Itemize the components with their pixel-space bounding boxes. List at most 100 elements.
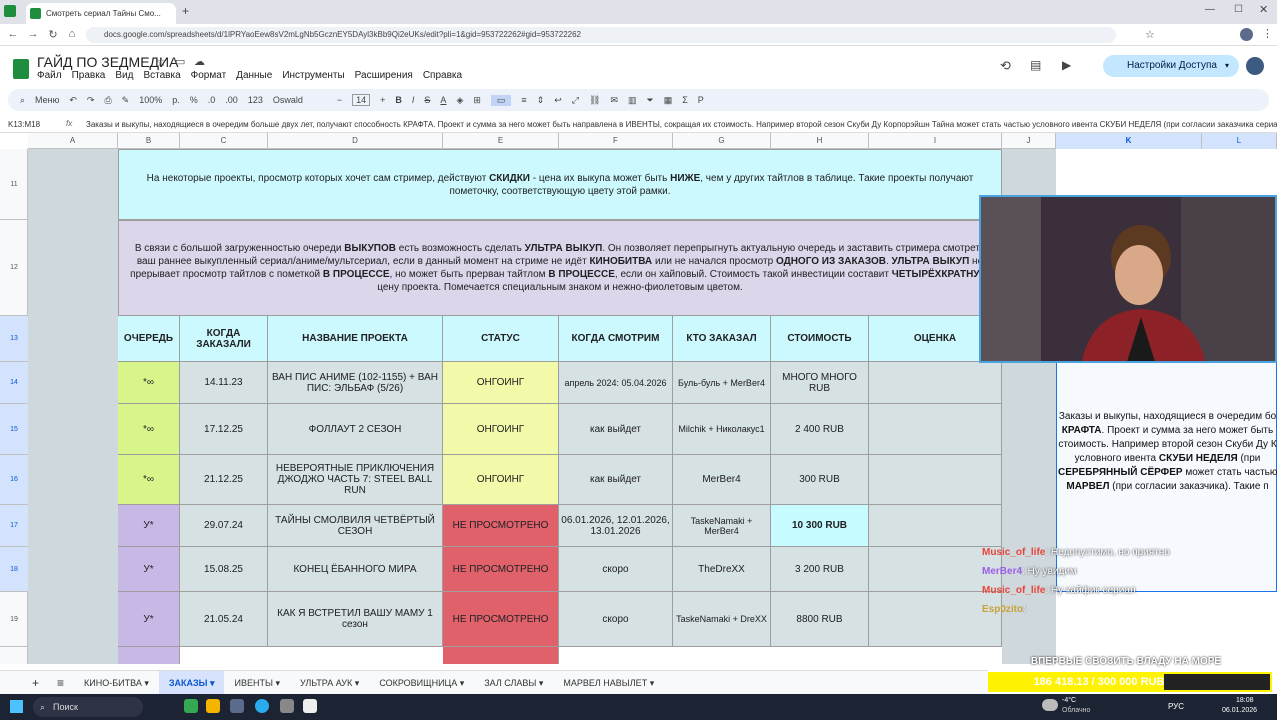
- column-header-d[interactable]: D: [268, 133, 443, 149]
- row-header-17[interactable]: 17: [0, 505, 28, 547]
- header-status[interactable]: СТАТУС: [443, 316, 559, 362]
- wrap-icon[interactable]: ↩: [554, 95, 562, 106]
- header-when[interactable]: КОГДА СМОТРИМ: [559, 316, 673, 362]
- header-queue[interactable]: ОЧЕРЕДЬ: [118, 316, 180, 362]
- cell-queue[interactable]: У*: [118, 547, 180, 592]
- column-header-j[interactable]: J: [1002, 133, 1056, 149]
- sheet-tab-iventy[interactable]: ИВЕНТЫ ▾: [224, 671, 289, 695]
- bookmark-star-icon[interactable]: ☆: [1145, 28, 1155, 41]
- cell-status[interactable]: НЕ ПРОСМОТРЕНО: [443, 592, 559, 647]
- undo-icon[interactable]: ↶: [69, 95, 77, 106]
- cell-cost[interactable]: 3 200 RUB: [771, 547, 869, 592]
- filter-icon[interactable]: ⏷: [646, 95, 653, 106]
- all-sheets-icon[interactable]: ≡: [47, 671, 74, 695]
- column-header-b[interactable]: B: [118, 133, 180, 149]
- cell-date[interactable]: 29.07.24: [180, 505, 268, 547]
- cell-rating[interactable]: [869, 362, 1002, 404]
- sheet-tab-kino-bitva[interactable]: КИНО-БИТВА ▾: [74, 671, 159, 695]
- header-cost[interactable]: СТОИМОСТЬ: [771, 316, 869, 362]
- column-header-e[interactable]: E: [443, 133, 559, 149]
- sheet-tab-zakazy[interactable]: ЗАКАЗЫ ▾: [158, 670, 225, 695]
- back-icon[interactable]: ←: [6, 28, 20, 40]
- cell-who[interactable]: MerBer4: [673, 455, 771, 505]
- discount-info-block[interactable]: На некоторые проекты, просмотр которых х…: [118, 149, 1002, 220]
- cell-rating[interactable]: [869, 404, 1002, 455]
- new-tab-button[interactable]: +: [182, 4, 189, 18]
- row-header-13[interactable]: 13: [0, 316, 28, 362]
- menu-data[interactable]: Данные: [236, 70, 272, 81]
- menu-extensions[interactable]: Расширения: [355, 70, 413, 81]
- row-header-16[interactable]: 16: [0, 455, 28, 505]
- vertical-align-icon[interactable]: ⇕: [537, 95, 545, 106]
- cell-queue[interactable]: У*: [118, 592, 180, 647]
- row-header-14[interactable]: 14: [0, 362, 28, 404]
- redo-icon[interactable]: ↷: [87, 95, 95, 106]
- font-size-field[interactable]: 14: [352, 94, 371, 106]
- telegram-icon[interactable]: [255, 699, 269, 713]
- close-window-button[interactable]: ✕: [1259, 3, 1268, 16]
- weather-temp[interactable]: -4°C: [1062, 697, 1076, 704]
- chart-icon[interactable]: ▥: [628, 95, 637, 106]
- url-field[interactable]: docs.google.com/spreadsheets/d/1lPRYaoEe…: [86, 27, 1116, 43]
- menu-view[interactable]: Вид: [115, 70, 133, 81]
- cell-cost[interactable]: 300 RUB: [771, 455, 869, 505]
- sheets-app-icon[interactable]: [4, 5, 16, 17]
- menu-help[interactable]: Справка: [423, 70, 462, 81]
- taskbar-search[interactable]: ⌕ Поиск: [33, 697, 143, 717]
- fill-color-icon[interactable]: ◈: [456, 95, 463, 106]
- italic-icon[interactable]: I: [412, 95, 415, 105]
- cell-rating[interactable]: [869, 455, 1002, 505]
- start-icon[interactable]: [10, 700, 23, 713]
- row-header-15[interactable]: 15: [0, 404, 28, 455]
- row-header-18[interactable]: 18: [0, 547, 28, 592]
- header-ordered-date[interactable]: КОГДА ЗАКАЗАЛИ: [180, 316, 268, 362]
- sheet-tab-marvel-navylet[interactable]: МАРВЕЛ НАВЫЛЕТ ▾: [553, 671, 664, 695]
- column-header-k[interactable]: K: [1056, 133, 1202, 149]
- column-header-f[interactable]: F: [559, 133, 673, 149]
- menu-edit[interactable]: Правка: [72, 70, 106, 81]
- cell-title[interactable]: ВАН ПИС АНИМЕ (102-1155) + ВАН ПИС: ЭЛЬБ…: [268, 362, 443, 404]
- cell-who[interactable]: Буль-буль + MerBer4: [673, 362, 771, 404]
- cell-date[interactable]: 21.12.25: [180, 455, 268, 505]
- input-tools-icon[interactable]: Р: [698, 95, 704, 105]
- cell-title[interactable]: КОНЕЦ ЁБАННОГО МИРА: [268, 547, 443, 592]
- cell-date[interactable]: 17.12.25: [180, 404, 268, 455]
- taskbar-app-icon[interactable]: [230, 699, 244, 713]
- column-header-g[interactable]: G: [673, 133, 771, 149]
- sheet-tab-ultra-auk[interactable]: УЛЬТРА АУК ▾: [290, 671, 369, 695]
- percent-format[interactable]: %: [190, 95, 198, 105]
- print-icon[interactable]: ⎙: [104, 95, 111, 106]
- cell-queue[interactable]: *∞: [118, 404, 180, 455]
- cell-date[interactable]: 15.08.25: [180, 547, 268, 592]
- increase-decimals[interactable]: .00: [225, 95, 238, 105]
- cell-cost[interactable]: 10 300 RUB: [771, 505, 869, 547]
- borders-icon[interactable]: ⊞: [473, 95, 481, 106]
- cell-status[interactable]: НЕ ПРОСМОТРЕНО: [443, 547, 559, 592]
- cell-queue-partial[interactable]: [118, 647, 180, 664]
- cell-title[interactable]: КАК Я ВСТРЕТИЛ ВАШУ МАМУ 1 сезон: [268, 592, 443, 647]
- move-icon[interactable]: ▭: [175, 55, 185, 68]
- strikethrough-icon[interactable]: S: [424, 95, 430, 105]
- column-header-a[interactable]: A: [28, 133, 118, 149]
- header-who[interactable]: КТО ЗАКАЗАЛ: [673, 316, 771, 362]
- taskbar-lang[interactable]: РУС: [1168, 702, 1184, 711]
- cell-cost[interactable]: 2 400 RUB: [771, 404, 869, 455]
- forward-icon[interactable]: →: [26, 28, 40, 40]
- font-size-plus[interactable]: +: [380, 95, 385, 105]
- font-select[interactable]: Oswald: [273, 95, 327, 105]
- decrease-decimals[interactable]: .0: [208, 95, 216, 105]
- currency-format[interactable]: р.: [172, 95, 180, 105]
- cell-queue[interactable]: *∞: [118, 455, 180, 505]
- link-icon[interactable]: ⛓: [589, 95, 600, 106]
- cell-when[interactable]: как выйдет: [559, 404, 673, 455]
- cell-who[interactable]: TaskeNamaki + MerBer4: [673, 505, 771, 547]
- cell-status[interactable]: НЕ ПРОСМОТРЕНО: [443, 505, 559, 547]
- cell-who[interactable]: TheDreXX: [673, 547, 771, 592]
- sheets-logo-icon[interactable]: [13, 59, 29, 79]
- reload-icon[interactable]: ↻: [46, 28, 60, 41]
- cell-when[interactable]: скоро: [559, 547, 673, 592]
- number-format[interactable]: 123: [248, 95, 263, 105]
- account-avatar[interactable]: [1246, 57, 1264, 75]
- cell-title[interactable]: НЕВЕРОЯТНЫЕ ПРИКЛЮЧЕНИЯ ДЖОДЖО ЧАСТЬ 7: …: [268, 455, 443, 505]
- column-header-c[interactable]: C: [180, 133, 268, 149]
